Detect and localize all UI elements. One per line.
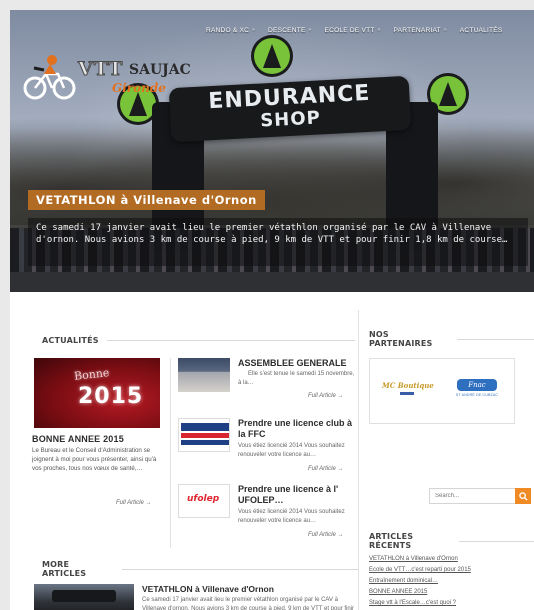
more-articles-heading-text: MORE ARTICLES (42, 560, 87, 578)
heading-rule (121, 568, 358, 570)
page: ENDURANCE SHOP VTT SAUJAC Gironde RANDO … (10, 10, 534, 610)
ufolep-logo[interactable]: ufolep (178, 484, 230, 518)
sidebar: NOS PARTENAIRES MC Boutique Fnac ST ANDR… (358, 310, 534, 610)
recent-article-link[interactable]: VETATHLON à Villenave d'Ornon (369, 554, 529, 565)
partners-box: MC Boutique Fnac ST ANDRÉ DE CUBZAC (369, 358, 515, 424)
post-title[interactable]: Prendre une licence à l' UFOLEP… (238, 484, 356, 506)
nav-item-descente[interactable]: DESCENTE » (268, 27, 312, 34)
nav-item-label: PARTENARIAT (393, 26, 441, 34)
more-article-excerpt: Ce samedi 17 janvier avait lieu le premi… (142, 597, 355, 610)
hero-ground (10, 272, 534, 292)
thumb-bonne-text: Bonne (73, 366, 110, 383)
arch-banner: ENDURANCE SHOP (168, 75, 412, 143)
post-thumbnail[interactable] (178, 358, 230, 392)
caret-right-icon: » (308, 27, 312, 33)
partner-fnac-subtitle: ST ANDRÉ DE CUBZAC (455, 393, 499, 397)
site-logo[interactable]: VTT SAUJAC Gironde (22, 52, 192, 102)
hero-slider[interactable]: ENDURANCE SHOP VTT SAUJAC Gironde RANDO … (10, 10, 534, 292)
logo-vtt-text: VTT (77, 58, 124, 81)
partner-mc-logo[interactable]: MC Boutique (382, 381, 434, 390)
featured-post-title[interactable]: BONNE ANNEE 2015 (32, 434, 124, 444)
heading-rule (458, 540, 534, 542)
nav-item-label: RANDO & XC (206, 26, 250, 34)
ufolep-logo-text: ufolep (187, 494, 220, 504)
more-articles-heading: MORE ARTICLES (34, 560, 358, 578)
cyclist-icon (23, 55, 76, 100)
featured-read-more-link[interactable]: Full Article → (116, 500, 151, 506)
ffc-logo-icon (181, 423, 229, 445)
post-licence-ffc: Prendre une licence club à la FFC Vous é… (178, 418, 354, 482)
nav-item-label: ACTUALITÉS (459, 26, 503, 34)
post-assemblee-generale: ASSEMBLEE GENERALE Elle s'est tenue le s… (178, 358, 354, 422)
post-excerpt: Vous étiez licencié 2014 Vous souhaitez … (238, 509, 345, 524)
featured-post-excerpt: Le Bureau et le Conseil d'Administration… (32, 447, 157, 472)
tree-logo-icon (254, 38, 290, 74)
caret-right-icon: » (252, 27, 256, 33)
logo-sub-text: Gironde (112, 81, 166, 95)
recent-articles-heading-text: ARTICLES RÉCENTS (369, 532, 414, 550)
nav-item-rando-xc[interactable]: RANDO & XC » (206, 27, 255, 34)
heading-rule (456, 338, 534, 340)
post-read-more-link[interactable]: Full Article → (308, 532, 343, 538)
caret-right-icon: » (377, 27, 381, 33)
hero-excerpt: Ce samedi 17 janvier avait lieu le premi… (28, 218, 528, 266)
partner-mc-underline (400, 392, 414, 395)
column-divider (170, 358, 171, 548)
more-article-title[interactable]: VETATHLON à Villenave d'Ornon (142, 584, 274, 594)
partner-fnac-mark: Fnac (457, 379, 497, 391)
hero-title[interactable]: VETATHLON à Villenave d'Ornon (28, 190, 265, 210)
main-content: ACTUALITÉS Bonne 2015 BONNE ANNEE 2015 L… (20, 310, 358, 610)
caret-right-icon: » (443, 27, 447, 33)
heading-rule (106, 340, 355, 341)
post-title[interactable]: ASSEMBLEE GENERALE (238, 358, 356, 369)
recent-article-link[interactable]: Stage vtt à l'Escale…c'est quoi ? (369, 598, 529, 609)
post-licence-ufolep: ufolep Prendre une licence à l' UFOLEP… … (178, 484, 354, 548)
main-nav: RANDO & XC » DESCENTE » ECOLE DE VTT » P… (206, 22, 502, 38)
nav-item-actualites[interactable]: ACTUALITÉS (460, 27, 503, 34)
nav-item-partenariat[interactable]: PARTENARIAT » (394, 27, 447, 34)
post-title[interactable]: Prendre une licence club à la FFC (238, 418, 356, 440)
actualites-heading: ACTUALITÉS (34, 336, 355, 345)
partners-heading: NOS PARTENAIRES (369, 330, 534, 348)
recent-article-link[interactable]: Entraînement dominical… (369, 576, 529, 587)
thumb-year-text: 2015 (78, 384, 144, 409)
more-article-thumbnail[interactable] (34, 584, 134, 610)
ffc-logo[interactable] (178, 418, 230, 452)
nav-item-label: ECOLE DE VTT (324, 26, 375, 34)
recent-articles-heading: ARTICLES RÉCENTS (369, 532, 534, 550)
recent-article-link[interactable]: BONNE ANNEE 2015 (369, 587, 529, 598)
search-icon (518, 491, 528, 501)
search-button[interactable] (515, 488, 531, 504)
actualites-heading-text: ACTUALITÉS (42, 336, 99, 345)
search-form (429, 488, 531, 504)
partners-heading-text: NOS PARTENAIRES (369, 330, 433, 348)
nav-item-ecole-de-vtt[interactable]: ECOLE DE VTT » (325, 27, 381, 34)
recent-article-link[interactable]: Ecole de VTT…c'est reparti pour 2015 (369, 565, 529, 576)
featured-post-thumbnail[interactable]: Bonne 2015 (34, 358, 160, 428)
post-read-more-link[interactable]: Full Article → (308, 466, 343, 472)
recent-articles-list: VETATHLON à Villenave d'Ornon Ecole de V… (369, 554, 529, 609)
partner-fnac-logo[interactable]: Fnac ST ANDRÉ DE CUBZAC (452, 379, 502, 403)
nav-item-label: DESCENTE (268, 26, 306, 34)
post-excerpt: Vous étiez licencié 2014 Vous souhaitez … (238, 443, 345, 458)
post-read-more-link[interactable]: Full Article → (308, 393, 343, 399)
post-excerpt: Elle s'est tenue le samedi 15 novembre, … (238, 371, 355, 386)
search-input[interactable] (429, 488, 515, 504)
logo-club-text: SAUJAC (129, 62, 191, 78)
